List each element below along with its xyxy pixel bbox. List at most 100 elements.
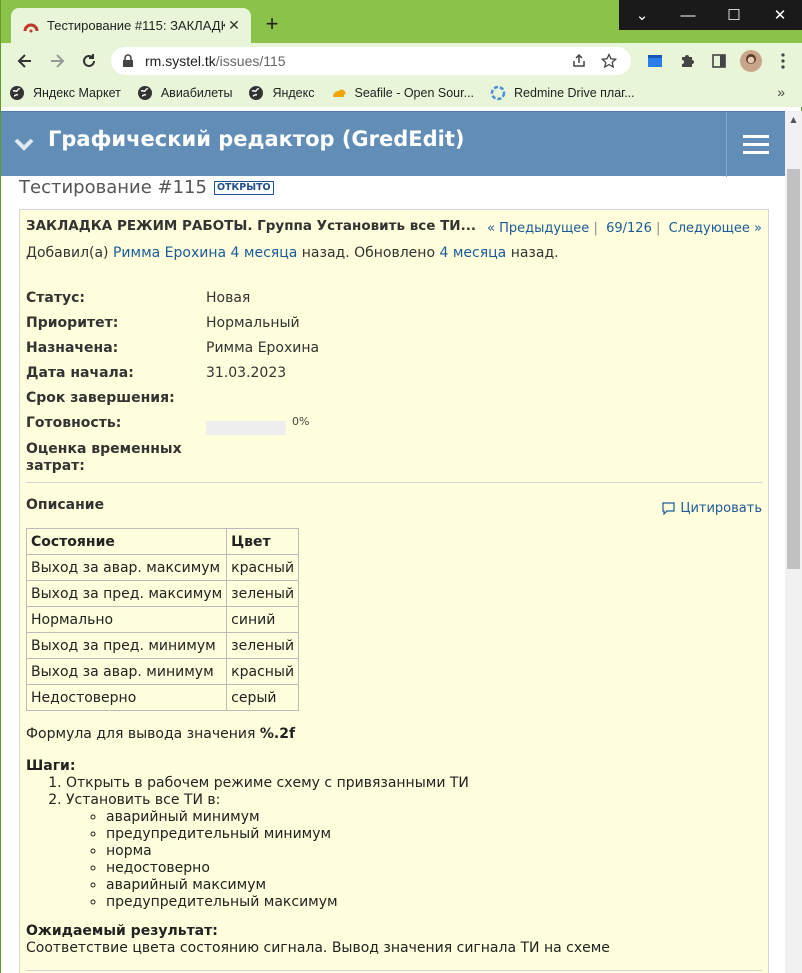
minimize-button[interactable]: —: [665, 0, 711, 30]
expected-result-title: Ожидаемый результат:: [26, 923, 218, 939]
browser-toolbar: rm.systel.tk/issues/115: [1, 43, 802, 79]
done-ratio-label: Готовность:: [26, 415, 122, 431]
bookmark-star-icon[interactable]: [597, 49, 621, 73]
bookmark-yandex-market[interactable]: Яндекс Маркет: [9, 85, 121, 101]
reload-button[interactable]: [73, 45, 105, 77]
step-2-text: Установить все ТИ в:: [66, 792, 221, 808]
table-row: Выход за пред. минимум зеленый: [25, 632, 300, 659]
state-cell: Недостоверно: [25, 684, 228, 711]
table-row: Выход за авар. минимум красный: [25, 658, 300, 685]
share-icon[interactable]: [567, 49, 591, 73]
table-row: Выход за авар. максимум красный: [25, 554, 300, 581]
author-link[interactable]: Римма Ерохина: [113, 245, 226, 261]
bookmark-label: Авиабилеты: [160, 86, 233, 100]
status-value: Новая: [206, 290, 251, 306]
browser-window: Тестирование #115: ЗАКЛАДКА ✕ + ⌄ — ☐ ✕ …: [0, 0, 802, 973]
table-header-row: Состояние Цвет: [25, 528, 300, 555]
list-item: аварийный максимум: [106, 877, 469, 894]
redmine-favicon-icon: [23, 23, 39, 32]
start-date-value: 31.03.2023: [206, 365, 287, 381]
column-header-state: Состояние: [25, 528, 228, 555]
assignee-label: Назначена:: [26, 340, 119, 356]
speech-bubble-icon: [662, 502, 675, 515]
status-badge: ОТКРЫТО: [213, 180, 274, 195]
state-cell: Нормально: [25, 606, 228, 633]
bookmark-label: Seafile - Open Sour...: [354, 86, 475, 100]
author-prefix: Добавил(а): [26, 245, 109, 261]
pager-separator: |: [593, 221, 598, 236]
steps-list: Открыть в рабочем режиме схему с привяза…: [26, 775, 469, 911]
url-path: /issues/115: [215, 53, 286, 69]
extension-blue-icon[interactable]: [639, 47, 671, 75]
bookmarks-more-button[interactable]: »: [777, 84, 785, 100]
arrow-right-icon: [51, 54, 65, 68]
puzzle-icon[interactable]: [671, 47, 703, 75]
divider: [26, 970, 762, 971]
due-date-label: Срок завершения:: [26, 390, 175, 406]
list-item: предупредительный максимум: [106, 894, 469, 911]
back-button[interactable]: [9, 45, 41, 77]
next-issue-link[interactable]: Следующее »: [669, 221, 762, 236]
assignee-link[interactable]: Римма Ерохина: [206, 340, 319, 356]
kebab-menu-icon[interactable]: [767, 47, 799, 75]
bookmark-redmine-drive[interactable]: Redmine Drive плаг...: [490, 85, 635, 101]
priority-label: Приоритет:: [26, 315, 119, 331]
avatar[interactable]: [735, 47, 767, 75]
close-window-button[interactable]: ✕: [757, 0, 802, 30]
issue-pager: « Предыдущее | 69/126 | Следующее »: [487, 221, 762, 236]
bookmark-aviabilety[interactable]: Авиабилеты: [137, 85, 233, 101]
bookmark-yandex[interactable]: Яндекс: [248, 85, 315, 101]
browser-tab[interactable]: Тестирование #115: ЗАКЛАДКА ✕: [11, 8, 251, 43]
vertical-scrollbar[interactable]: ▲: [785, 111, 802, 973]
globe-icon: [249, 86, 264, 100]
scroll-up-icon[interactable]: ▲: [785, 111, 802, 128]
previous-issue-link[interactable]: « Предыдущее: [487, 221, 589, 236]
app-header: Графический редактор (GredEdit): [1, 111, 785, 177]
seafile-icon: [332, 89, 345, 97]
steps-title: Шаги:: [26, 758, 76, 774]
url-text: rm.systel.tk/issues/115: [145, 53, 561, 69]
project-title[interactable]: Графический редактор (GredEdit): [48, 127, 465, 151]
start-date-label: Дата начала:: [26, 365, 134, 381]
state-color-table: Состояние Цвет Выход за авар. максимум кр…: [25, 528, 300, 711]
bookmark-seafile[interactable]: Seafile - Open Sour...: [331, 85, 475, 101]
issue-position-link[interactable]: 69/126: [606, 221, 652, 236]
extensions-area: [639, 47, 799, 75]
progress-percent: 0%: [292, 415, 310, 428]
list-item: аварийный минимум: [106, 809, 469, 826]
browser-titlebar: Тестирование #115: ЗАКЛАДКА ✕ + ⌄ — ☐ ✕: [1, 0, 802, 43]
address-bar[interactable]: rm.systel.tk/issues/115: [111, 47, 631, 75]
list-item: Установить все ТИ в: аварийный минимум п…: [66, 792, 469, 911]
hamburger-menu-button[interactable]: [726, 112, 785, 177]
color-cell: красный: [226, 554, 300, 581]
tab-close-icon[interactable]: ✕: [225, 17, 243, 35]
color-cell: зеленый: [226, 632, 300, 659]
bookmark-label: Яндекс: [272, 86, 315, 100]
forward-button[interactable]: [41, 45, 73, 77]
pager-separator: |: [656, 221, 661, 236]
tab-search-button[interactable]: ⌄: [619, 0, 665, 30]
priority-value: Нормальный: [206, 315, 300, 331]
table-row: Недостоверно серый: [25, 684, 300, 711]
quote-button[interactable]: Цитировать: [662, 501, 762, 516]
side-panel-icon[interactable]: [703, 47, 735, 75]
new-tab-button[interactable]: +: [261, 11, 283, 36]
updated-prefix: назад. Обновлено: [301, 245, 436, 261]
redmine-drive-icon: [490, 85, 506, 101]
bookmark-label: Redmine Drive плаг...: [514, 86, 635, 100]
maximize-button[interactable]: ☐: [711, 0, 757, 30]
estimate-label-line-2: затрат:: [26, 458, 85, 474]
formula-label: Формула для вывода значения: [26, 726, 256, 742]
created-ago-link[interactable]: 4 месяца: [231, 245, 298, 261]
column-header-color: Цвет: [226, 528, 300, 555]
scrollbar-thumb[interactable]: [787, 169, 800, 569]
window-controls: ⌄ — ☐ ✕: [619, 0, 802, 30]
updated-ago-link[interactable]: 4 месяца: [439, 245, 506, 261]
table-row: Нормально синий: [25, 606, 300, 633]
chevron-down-icon[interactable]: [13, 134, 35, 154]
table-row: Выход за пред. максимум зеленый: [25, 580, 300, 607]
description-title: Описание: [26, 497, 105, 513]
bookmarks-bar: Яндекс Маркет Авиабилеты Яндекс Seafile …: [1, 79, 802, 107]
sub-steps-list: аварийный минимум предупредительный мини…: [66, 809, 469, 911]
page-viewport: Графический редактор (GredEdit) Тестиров…: [1, 111, 785, 973]
